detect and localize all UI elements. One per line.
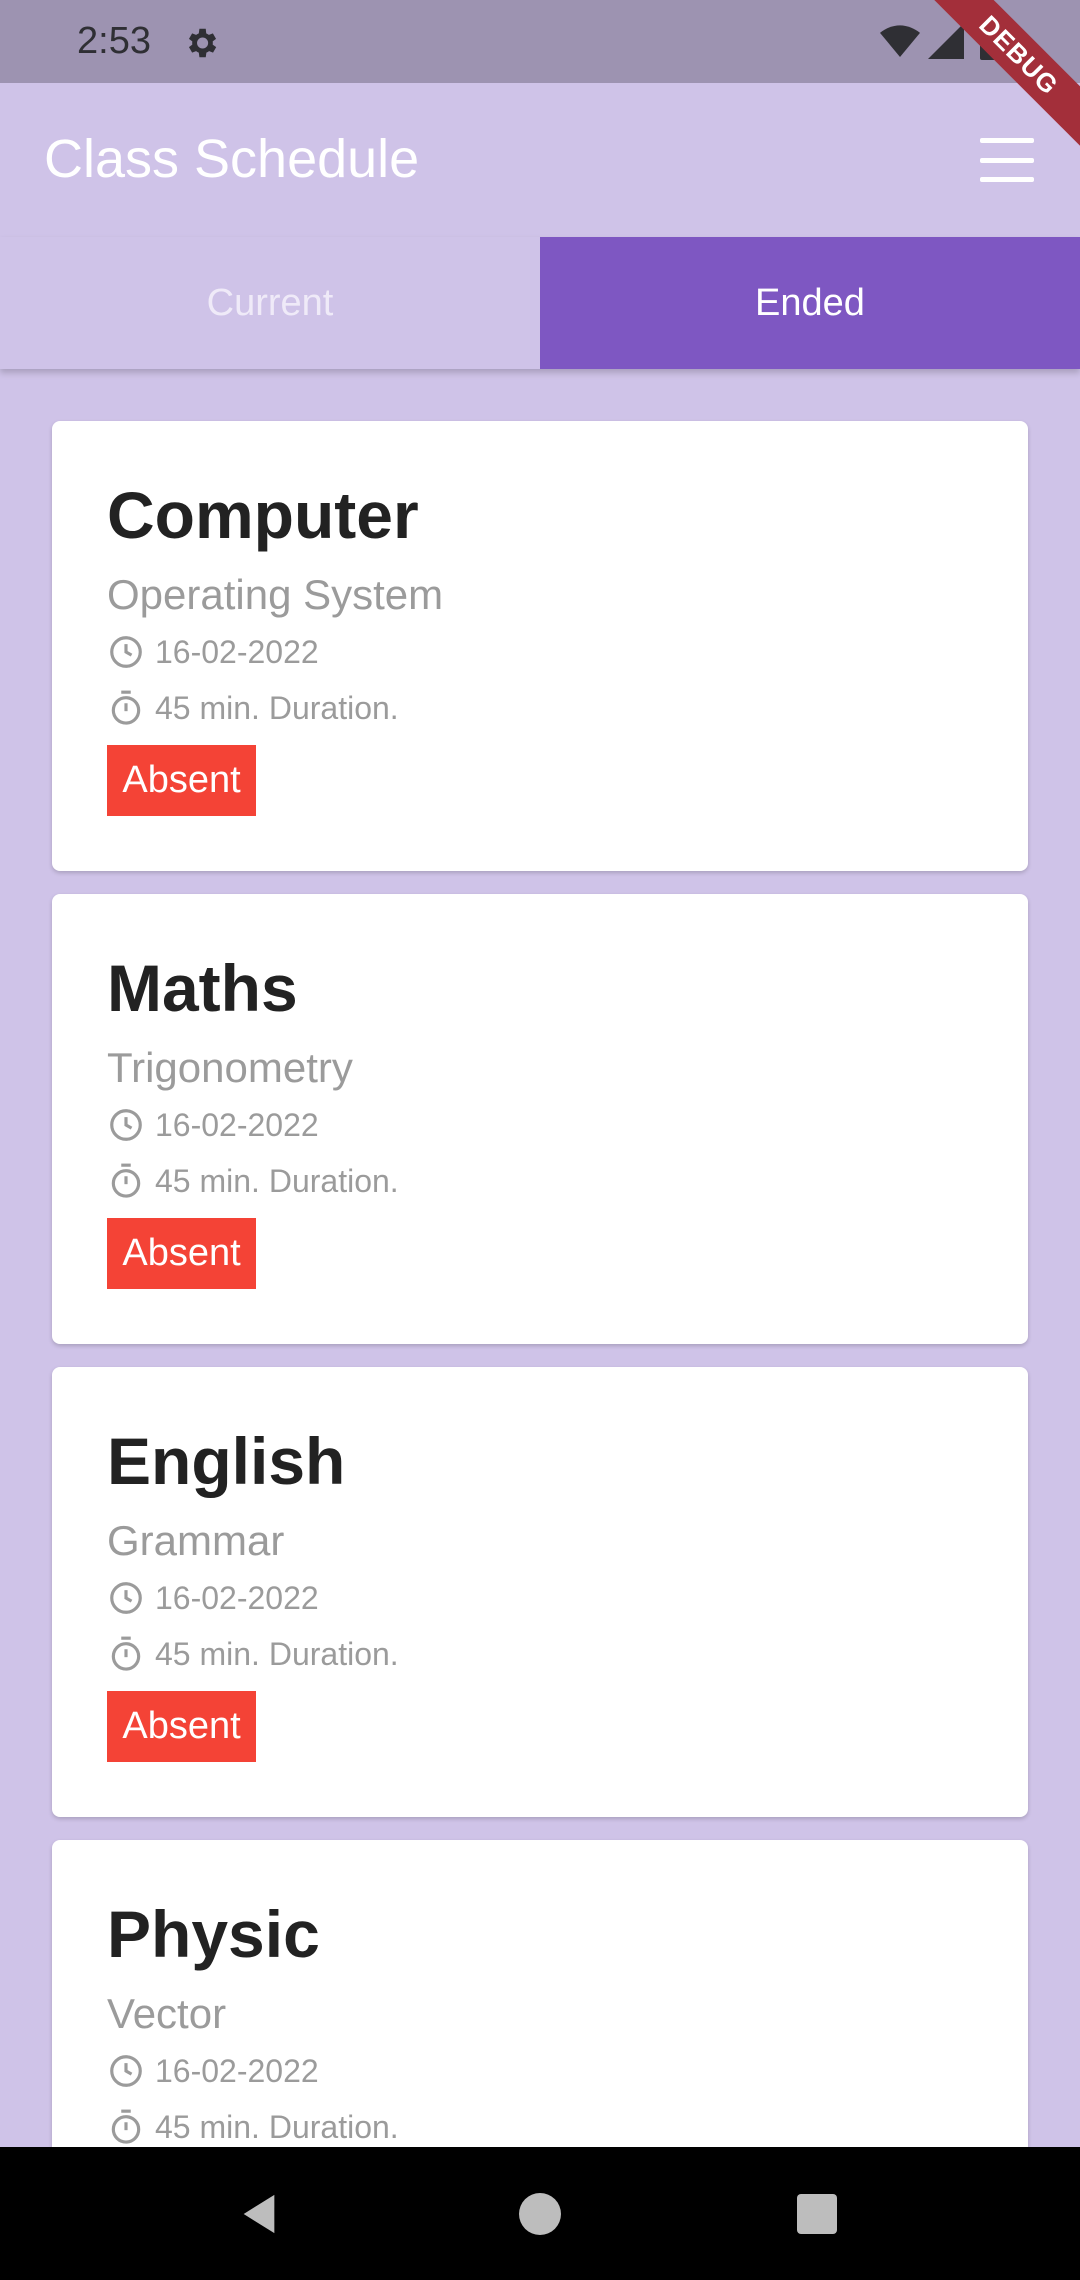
class-list: Computer Operating System 16-02-2022 45 … (0, 369, 1080, 2147)
clock-icon (110, 1109, 142, 1141)
class-duration: 45 min. Duration. (155, 1635, 399, 1672)
class-date: 16-02-2022 (155, 633, 319, 670)
class-card[interactable]: Maths Trigonometry 16-02-2022 45 min. Du… (52, 894, 1028, 1344)
status-badge: Absent (107, 1691, 256, 1762)
clock-icon (110, 2055, 142, 2087)
status-time: 2:53 (77, 20, 151, 62)
signal-icon (928, 23, 964, 59)
timer-icon (111, 690, 141, 725)
home-icon[interactable] (519, 2193, 561, 2235)
class-duration: 45 min. Duration. (155, 689, 399, 726)
class-duration: 45 min. Duration. (155, 2108, 399, 2145)
class-date: 16-02-2022 (155, 2052, 319, 2089)
status-badge: Absent (107, 1218, 256, 1289)
wifi-icon (880, 25, 920, 57)
page-title: Class Schedule (44, 129, 420, 189)
tab-ended[interactable]: Ended (540, 237, 1080, 369)
class-topic: Vector (107, 1990, 227, 2037)
class-duration-row: 45 min. Duration. (107, 689, 399, 727)
class-subject: Physic (107, 1897, 320, 1971)
timer-icon (111, 1636, 141, 1671)
tab-current[interactable]: Current (0, 237, 540, 369)
clock-icon (110, 1582, 142, 1614)
app-bar: Class Schedule (0, 83, 1080, 237)
status-badge: Absent (107, 745, 256, 816)
class-duration-row: 45 min. Duration. (107, 1162, 399, 1200)
class-subject: Maths (107, 951, 298, 1025)
class-duration: 45 min. Duration. (155, 1162, 399, 1199)
class-date: 16-02-2022 (155, 1106, 319, 1143)
class-date-row: 16-02-2022 (107, 633, 319, 671)
class-duration-row: 45 min. Duration. (107, 2108, 399, 2146)
class-subject: Computer (107, 478, 419, 552)
status-bar: 2:53 (0, 0, 1080, 83)
tab-bar: Current Ended (0, 237, 1080, 369)
class-card[interactable]: Computer Operating System 16-02-2022 45 … (52, 421, 1028, 871)
class-topic: Grammar (107, 1517, 285, 1564)
class-topic: Trigonometry (107, 1044, 353, 1091)
class-duration-row: 45 min. Duration. (107, 1635, 399, 1673)
back-icon[interactable] (236, 2191, 282, 2237)
class-date-row: 16-02-2022 (107, 1106, 319, 1144)
clock-icon (110, 636, 142, 668)
class-date-row: 16-02-2022 (107, 2052, 319, 2090)
class-card[interactable]: English Grammar 16-02-2022 45 min. Durat… (52, 1367, 1028, 1817)
timer-icon (111, 2109, 141, 2144)
system-nav-bar (0, 2147, 1080, 2280)
class-date: 16-02-2022 (155, 1579, 319, 1616)
class-topic: Operating System (107, 571, 444, 618)
timer-icon (111, 1163, 141, 1198)
class-card[interactable]: Physic Vector 16-02-2022 45 min. Duratio… (52, 1840, 1028, 2147)
class-subject: English (107, 1424, 346, 1498)
gear-icon (188, 28, 217, 58)
recents-icon[interactable] (797, 2194, 837, 2234)
class-date-row: 16-02-2022 (107, 1579, 319, 1617)
hamburger-menu-icon[interactable] (980, 138, 1034, 182)
